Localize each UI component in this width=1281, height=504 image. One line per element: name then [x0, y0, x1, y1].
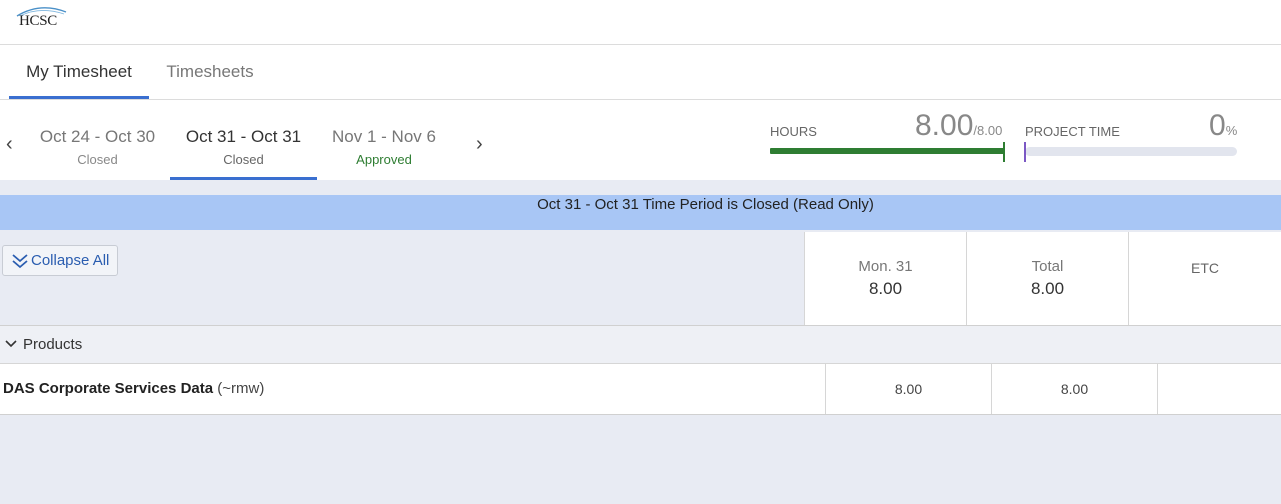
row-project-name: DAS Corporate Services Data — [3, 380, 214, 397]
row-name: DAS Corporate Services Data (~rmw) — [3, 380, 264, 397]
period-nov1-nov6[interactable]: Nov 1 - Nov 6 Approved — [320, 126, 448, 180]
cell-mon-31: 8.00 — [825, 364, 991, 414]
tab-timesheets[interactable]: Timesheets — [155, 45, 265, 99]
logo-text: HCSC — [19, 13, 57, 29]
period-oct31-oct31[interactable]: Oct 31 - Oct 31 Closed — [170, 126, 317, 180]
column-header-value: 8.00 — [1030, 279, 1065, 298]
hours-total: /8.00 — [973, 123, 1003, 138]
column-header-label: ETC — [1191, 260, 1219, 276]
project-time-value: 0% — [1209, 109, 1238, 142]
double-chevron-down-icon — [12, 254, 28, 269]
period-range: Oct 24 - Oct 30 — [39, 127, 156, 146]
column-header-mon-31: Mon. 31 8.00 — [804, 232, 966, 325]
cell-total: 8.00 — [991, 364, 1157, 414]
period-range: Oct 31 - Oct 31 — [185, 127, 302, 146]
collapse-all-label: Collapse All — [31, 252, 110, 269]
period-range: Nov 1 - Nov 6 — [332, 127, 436, 146]
hours-value: 8.00/8.00 — [915, 109, 1003, 142]
column-header-label: Total — [1031, 258, 1064, 275]
project-time-progress-marker — [1024, 142, 1026, 162]
collapse-all-button[interactable]: Collapse All — [2, 245, 118, 276]
period-status: Approved — [356, 152, 412, 167]
tab-my-timesheet[interactable]: My Timesheet — [9, 45, 149, 99]
project-time-label: PROJECT TIME — [1025, 124, 1120, 139]
hours-progress-marker — [1003, 142, 1005, 162]
project-time-progress-bar — [1025, 147, 1237, 156]
column-header-etc: ETC — [1128, 232, 1281, 325]
top-bar: HCSC — [0, 0, 1281, 45]
hours-progress-bar — [770, 148, 1004, 154]
period-status: Closed — [77, 152, 118, 167]
group-row-products[interactable]: Products — [0, 326, 1281, 364]
period-navigation: ‹ Oct 24 - Oct 30 Closed Oct 31 - Oct 31… — [0, 100, 1281, 180]
column-header-total: Total 8.00 — [966, 232, 1128, 325]
period-status: Closed — [223, 152, 264, 167]
chevron-right-icon[interactable]: › — [476, 134, 483, 154]
column-header-value: 8.00 — [868, 279, 903, 298]
project-time-unit: % — [1225, 123, 1238, 138]
tab-bar: My Timesheet Timesheets — [0, 45, 1281, 100]
column-header-label: Mon. 31 — [858, 258, 913, 275]
hcsc-logo[interactable]: HCSC — [14, 4, 70, 36]
grid-header-row: Collapse All Mon. 31 8.00 Total 8.00 ETC — [0, 230, 1281, 326]
hours-label: HOURS — [770, 124, 817, 139]
table-row: DAS Corporate Services Data (~rmw) 8.00 … — [0, 364, 1281, 415]
read-only-banner: Oct 31 - Oct 31 Time Period is Closed (R… — [0, 195, 1281, 230]
row-project-code: (~rmw) — [217, 380, 265, 397]
group-label: Products — [23, 336, 83, 353]
chevron-down-icon[interactable] — [5, 340, 17, 348]
chevron-left-icon[interactable]: ‹ — [6, 134, 13, 154]
cell-etc — [1157, 364, 1281, 414]
period-oct24-oct30[interactable]: Oct 24 - Oct 30 Closed — [25, 126, 170, 180]
